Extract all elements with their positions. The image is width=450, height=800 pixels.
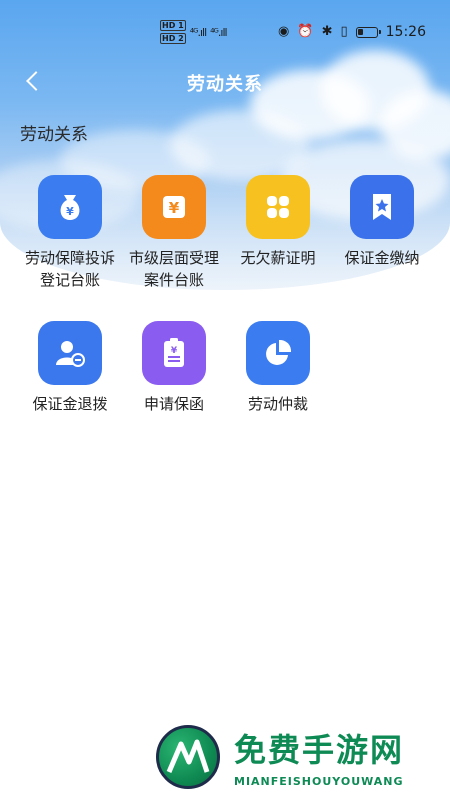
- grid-item-label: 市级层面受理案件台账: [128, 249, 219, 289]
- watermark-logo: [156, 725, 220, 789]
- yuan-icon: ¥: [163, 196, 185, 218]
- page-title: 劳动关系: [187, 74, 263, 95]
- clover-icon: [267, 196, 289, 218]
- svg-text:¥: ¥: [66, 205, 74, 218]
- navigation-bar: 劳动关系: [0, 62, 450, 102]
- hd2-badge: HD 2: [160, 33, 186, 44]
- battery-icon: [355, 26, 381, 38]
- section-title: 劳动关系: [20, 125, 88, 145]
- grid-item-label: 申请保函: [143, 395, 204, 413]
- grid-item-deposit-payment[interactable]: 保证金缴纳: [330, 175, 434, 269]
- svg-text:¥: ¥: [169, 199, 180, 217]
- pie-chart-icon: [266, 339, 292, 365]
- eye-icon: ◉: [278, 24, 290, 39]
- grid-item-label: 劳动保障投诉登记台账: [24, 249, 115, 289]
- hd1-badge: HD 1: [160, 20, 186, 31]
- bluetooth-icon: ✱: [321, 24, 333, 39]
- tile: ¥: [142, 321, 206, 385]
- grid-item-city-case-ledger[interactable]: ¥ 市级层面受理案件台账: [122, 175, 226, 291]
- status-bar: HD 1 HD 2 ⁴ᴳ.ıll ⁴ᴳ.ıll ◉ ⏰ ✱ ▯ 15:26: [0, 0, 450, 62]
- clock: 15:26: [385, 24, 426, 40]
- watermark-subtitle: MIANFEISHOUYOUWANG: [234, 775, 404, 788]
- tile: ¥: [142, 175, 206, 239]
- tile: [38, 321, 102, 385]
- signal-icon: ⁴ᴳ.ıll: [189, 25, 207, 39]
- tile: [246, 175, 310, 239]
- grid-item-labor-arbitration[interactable]: 劳动仲裁: [226, 321, 330, 415]
- svg-text:¥: ¥: [171, 346, 178, 356]
- grid-item-label: 保证金缴纳: [344, 249, 420, 267]
- grid-item-label: 无欠薪证明: [240, 249, 316, 267]
- grid-item-label: 保证金退拨: [32, 395, 108, 413]
- grid-item-guarantee-apply[interactable]: ¥ 申请保函: [122, 321, 226, 415]
- user-minus-icon: [56, 341, 85, 367]
- vibrate-icon: ▯: [340, 24, 348, 39]
- bookmark-star-icon: [373, 194, 391, 220]
- money-bag-icon: ¥: [60, 195, 80, 220]
- grid-item-no-arrears-cert[interactable]: 无欠薪证明: [226, 175, 330, 269]
- tile: [350, 175, 414, 239]
- grid-item-label: 劳动仲裁: [247, 395, 308, 413]
- clipboard-yuan-icon: ¥: [164, 338, 184, 367]
- grid-item-deposit-refund[interactable]: 保证金退拨: [18, 321, 122, 415]
- tile: [246, 321, 310, 385]
- alarm-icon: ⏰: [297, 24, 314, 39]
- tile: ¥: [38, 175, 102, 239]
- watermark-title: 免费手游网: [234, 731, 405, 769]
- signal-icon: ⁴ᴳ.ıll: [210, 25, 227, 39]
- grid-item-complaint-ledger[interactable]: ¥ 劳动保障投诉登记台账: [18, 175, 122, 291]
- signal-group: HD 1 HD 2 ⁴ᴳ.ıll ⁴ᴳ.ıll: [160, 20, 228, 44]
- watermark: 免费手游网 MIANFEISHOUYOUWANG: [150, 725, 450, 800]
